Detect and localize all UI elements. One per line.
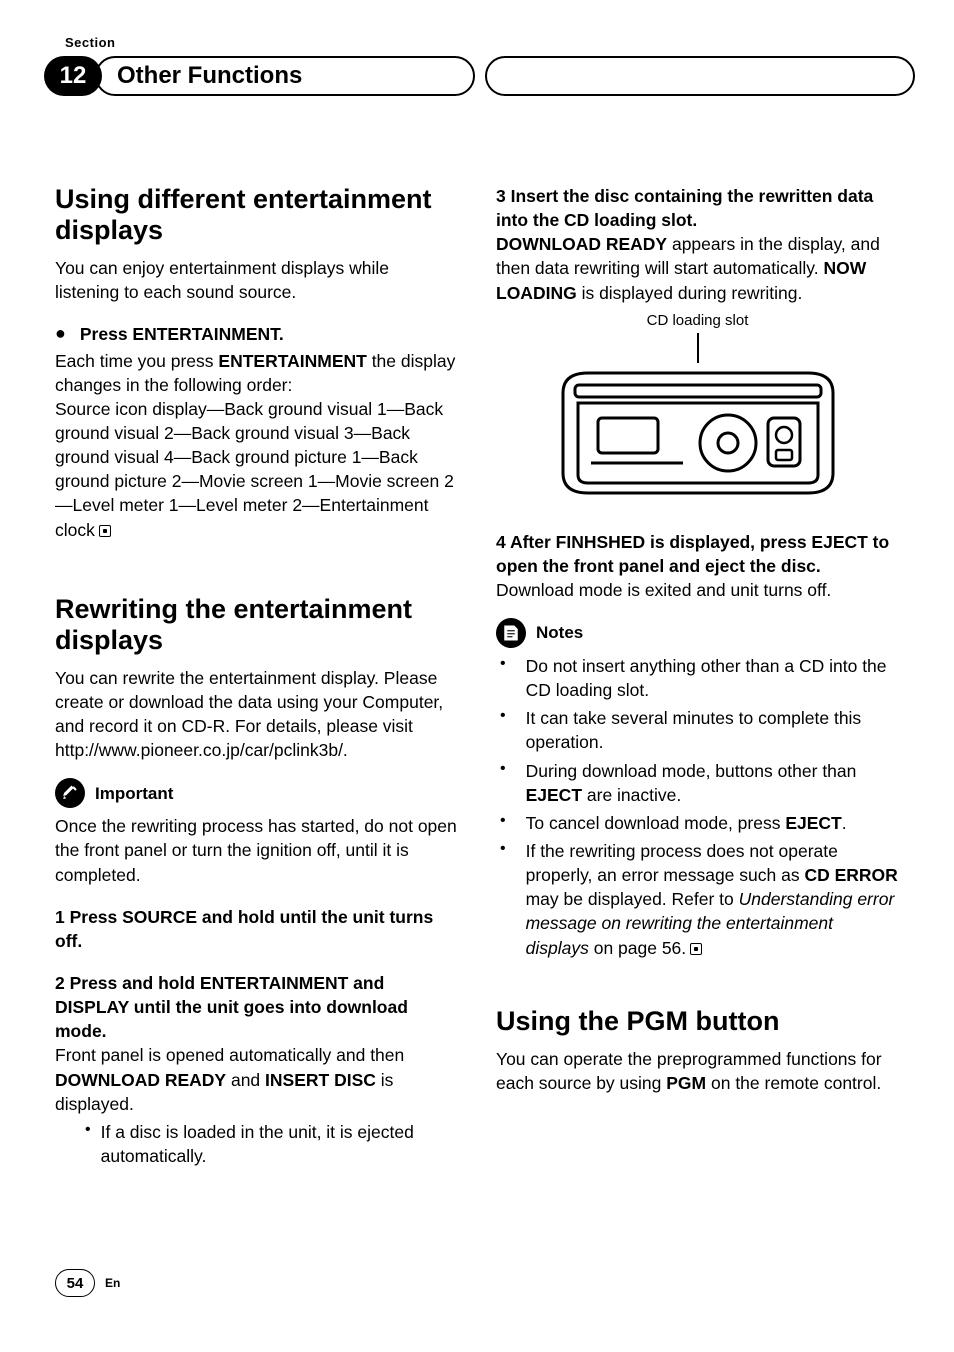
step4-heading: 4 After FINHSHED is displayed, press EJE… [496,530,899,578]
notes-label: Notes [536,621,583,644]
figure-pointer [697,333,699,363]
notes-list: •Do not insert anything other than a CD … [496,654,899,960]
heading-using-different: Using different entertainment displays [55,184,458,246]
step3-body: DOWNLOAD READY appears in the display, a… [496,232,899,304]
figure-caption: CD loading slot [553,311,843,332]
press-entertainment-row: ● Press ENTERTAINMENT. [55,322,458,346]
rewriting-url: http://www.pioneer.co.jp/car/pclink3b/. [55,738,458,762]
end-mark-icon [99,525,111,537]
note-1: Do not insert anything other than a CD i… [516,654,899,702]
section-label: Section [65,35,899,50]
note-3: During download mode, buttons other than… [516,759,899,807]
order-list: Source icon display—Back ground visual 1… [55,397,458,542]
header: 12 Other Functions [55,52,899,104]
pgm-body: You can operate the preprogrammed functi… [496,1047,899,1095]
important-label: Important [95,782,173,805]
left-column: Using different entertainment displays Y… [55,184,458,1168]
step4-body: Download mode is exited and unit turns o… [496,578,899,602]
header-pill-right [485,56,915,96]
heading-pgm: Using the PGM button [496,1006,899,1037]
step2-subbullet-text: If a disc is loaded in the unit, it is e… [101,1120,458,1168]
page-footer: 54 En [55,1269,120,1297]
step1-heading: 1 Press SOURCE and hold until the unit t… [55,905,458,953]
step3-heading: 3 Insert the disc containing the rewritt… [496,184,899,232]
each-time-text: Each time you press ENTERTAINMENT the di… [55,349,458,397]
device-illustration [553,363,843,503]
heading-rewriting: Rewriting the entertainment displays [55,594,458,656]
step2-heading: 2 Press and hold ENTERTAINMENT and DISPL… [55,971,458,1043]
press-entertainment-label: Press ENTERTAINMENT. [80,322,284,346]
page-number: 54 [55,1269,95,1297]
bullet-icon: ● [55,322,66,346]
right-column: 3 Insert the disc containing the rewritt… [496,184,899,1168]
end-mark-icon [690,943,702,955]
important-icon [55,778,85,808]
section-title: Other Functions [95,56,475,96]
notes-icon [496,618,526,648]
section-number-badge: 12 [44,56,102,96]
important-text: Once the rewriting process has started, … [55,814,458,886]
bullet-icon: • [85,1120,91,1168]
note-4: To cancel download mode, press EJECT. [516,811,899,835]
rewriting-intro: You can rewrite the entertainment displa… [55,666,458,738]
note-5: If the rewriting process does not operat… [516,839,899,960]
note-2: It can take several minutes to complete … [516,706,899,754]
step2-subbullet: • If a disc is loaded in the unit, it is… [85,1120,458,1168]
language-code: En [105,1276,120,1290]
intro-text: You can enjoy entertainment displays whi… [55,256,458,304]
cd-slot-figure: CD loading slot [553,311,843,510]
step2-body: Front panel is opened automatically and … [55,1043,458,1115]
